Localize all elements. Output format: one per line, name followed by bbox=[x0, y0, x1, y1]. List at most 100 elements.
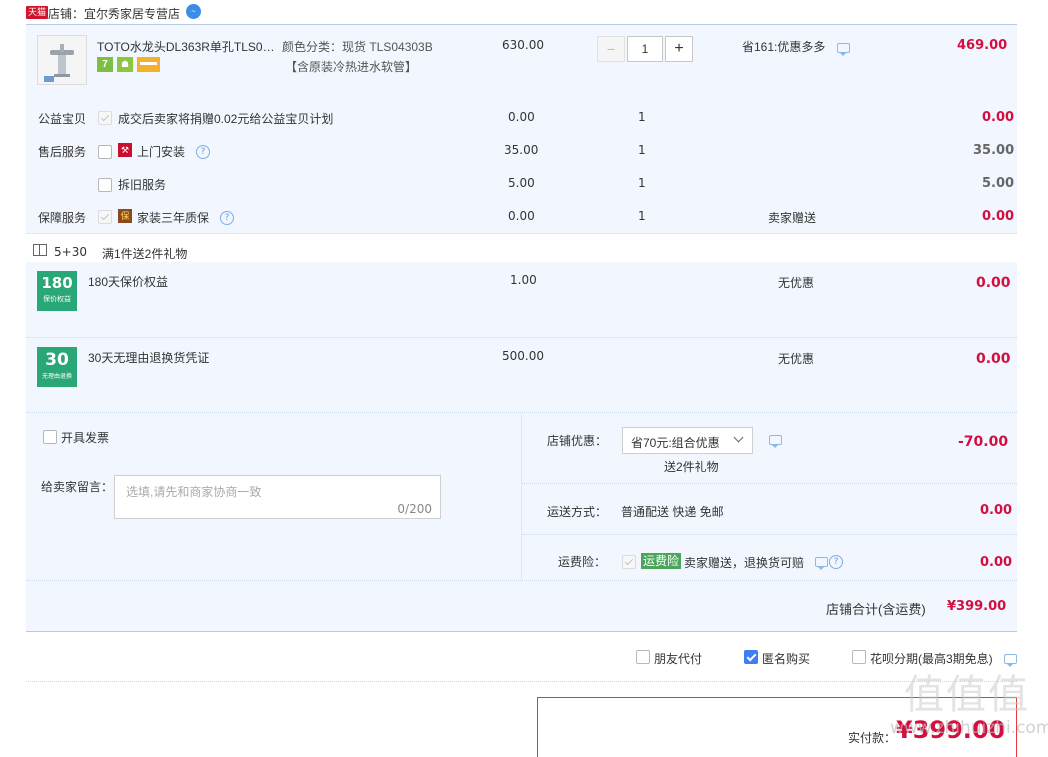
help-icon[interactable]: ? bbox=[196, 145, 210, 159]
anonymous-checkbox[interactable] bbox=[744, 650, 758, 664]
gift-count: 5+30 bbox=[54, 245, 87, 259]
shop-discount-gift-note: 送2件礼物 bbox=[664, 460, 719, 474]
message-placeholder: 选填,请先和商家协商一致 bbox=[126, 485, 262, 499]
gift-total: 0.00 bbox=[976, 275, 1011, 291]
gift-30-icon-caption: 无理由退换 bbox=[41, 374, 72, 380]
faucet-image bbox=[38, 36, 86, 84]
tmall-badge: 天猫 bbox=[26, 6, 49, 19]
shop-discount-select[interactable]: 省70元:组合优惠 bbox=[622, 427, 753, 454]
extras-divider bbox=[26, 580, 1017, 581]
service-qty: 1 bbox=[638, 143, 646, 157]
insurance-label: 运费险： bbox=[558, 555, 607, 569]
service-price: 35.00 bbox=[504, 143, 539, 157]
huabei-checkbox[interactable] bbox=[852, 650, 866, 664]
gift-header-text: 满1件送2件礼物 bbox=[102, 247, 188, 261]
wangwang-chat-icon[interactable]: ~ bbox=[186, 4, 201, 19]
service-note: 卖家赠送 bbox=[768, 211, 817, 225]
shipping-value: 普通配送 快递 免邮 bbox=[621, 505, 724, 519]
service-total: 0.00 bbox=[982, 209, 1015, 224]
shipping-label: 运送方式： bbox=[547, 505, 608, 519]
service-checkbox-charity bbox=[98, 111, 112, 125]
product-spec-note: 【含原装冷热进水软管】 bbox=[285, 60, 418, 74]
shop-discount-label: 店铺优惠： bbox=[547, 434, 608, 448]
service-group-label: 售后服务 bbox=[38, 145, 87, 159]
message-label: 给卖家留言： bbox=[41, 480, 114, 494]
service-price: 5.00 bbox=[508, 176, 535, 190]
service-group-label: 公益宝贝 bbox=[38, 112, 87, 126]
gift-note: 无优惠 bbox=[778, 352, 815, 366]
insurance-comment-icon[interactable] bbox=[815, 557, 828, 570]
service-qty: 1 bbox=[638, 110, 646, 124]
product-spec: 颜色分类：现货 TLS04303B bbox=[282, 40, 433, 54]
message-textarea[interactable]: 选填,请先和商家协商一致 0/200 bbox=[114, 475, 441, 519]
quantity-plus-button[interactable]: + bbox=[665, 36, 693, 62]
service-price: 0.00 bbox=[508, 209, 535, 223]
shop-discount-amount: -70.00 bbox=[958, 434, 1009, 450]
insurance-checkbox bbox=[622, 555, 636, 569]
invoice-checkbox[interactable] bbox=[43, 430, 57, 444]
service-checkbox-removal[interactable] bbox=[98, 178, 112, 192]
shop-total-label: 店铺合计(含运费) bbox=[826, 602, 926, 617]
discount-comment-icon[interactable] bbox=[769, 435, 782, 448]
product-image[interactable] bbox=[37, 35, 87, 85]
service-text-charity: 成交后卖家将捐赠0.02元给公益宝贝计划 bbox=[118, 112, 334, 126]
gift-180-icon: 180 保价权益 bbox=[37, 271, 77, 311]
service-text-removal: 拆旧服务 bbox=[118, 178, 167, 192]
service-qty: 1 bbox=[638, 176, 646, 190]
service-total: 5.00 bbox=[982, 176, 1015, 191]
service-text-warranty: 家装三年质保 bbox=[137, 211, 210, 225]
insurance-badge: 运费险 bbox=[641, 553, 682, 569]
gift-180-icon-caption: 保价权益 bbox=[43, 296, 71, 303]
invoice-label: 开具发票 bbox=[61, 431, 110, 445]
gift-30-icon: 30 无理由退换 bbox=[37, 347, 77, 387]
insurance-amount: 0.00 bbox=[980, 555, 1013, 570]
product-total: 469.00 bbox=[957, 38, 1008, 53]
shop-header: 天猫 店铺： 宜尔秀家居专营店 ~ bbox=[0, 0, 1048, 24]
gift-divider bbox=[26, 337, 1017, 338]
watermark-logo: 值值值 bbox=[904, 673, 1030, 717]
credit-card-icon bbox=[137, 57, 160, 72]
gift-30-icon-number: 30 bbox=[45, 350, 69, 370]
discount-detail-icon[interactable] bbox=[837, 43, 850, 56]
gift-total: 0.00 bbox=[976, 351, 1011, 367]
payment-label: 实付款： bbox=[848, 731, 897, 745]
anonymous-label[interactable]: 匿名购买 bbox=[762, 650, 810, 667]
seven-day-return-icon: 7 bbox=[97, 57, 113, 72]
product-unit-price: 630.00 bbox=[502, 38, 544, 52]
warranty-icon: 保 bbox=[118, 209, 132, 223]
service-group-label: 保障服务 bbox=[38, 211, 87, 225]
help-icon[interactable]: ? bbox=[220, 211, 234, 225]
shop-label: 店铺： bbox=[48, 7, 85, 21]
quantity-minus-button[interactable]: − bbox=[597, 36, 625, 62]
friend-pay-label[interactable]: 朋友代付 bbox=[654, 650, 702, 667]
help-icon[interactable]: ? bbox=[829, 555, 843, 569]
product-discount: 省161:优惠多多 bbox=[742, 40, 826, 54]
shipping-amount: 0.00 bbox=[980, 503, 1013, 518]
gift-price: 1.00 bbox=[510, 273, 537, 287]
service-checkbox-install[interactable] bbox=[98, 145, 112, 159]
shop-total-amount: ¥399.00 bbox=[947, 599, 1007, 614]
insurance-text: 卖家赠送，退换货可赔 bbox=[684, 556, 805, 570]
shop-name-link[interactable]: 宜尔秀家居专营店 bbox=[84, 5, 180, 22]
gift-price: 500.00 bbox=[502, 349, 544, 363]
friend-pay-checkbox[interactable] bbox=[636, 650, 650, 664]
product-title-link[interactable]: TOTO水龙头DL363R单孔TLS0… bbox=[97, 38, 275, 55]
service-total: 0.00 bbox=[982, 110, 1015, 125]
gift-note: 无优惠 bbox=[778, 276, 815, 290]
guarantee-icon: ☗ bbox=[117, 57, 133, 72]
gift-180-icon-number: 180 bbox=[41, 274, 73, 292]
gift-title: 180天保价权益 bbox=[88, 275, 169, 289]
service-text-install: 上门安装 bbox=[137, 145, 186, 159]
message-counter: 0/200 bbox=[397, 502, 432, 516]
options-divider bbox=[26, 681, 1017, 682]
service-price: 0.00 bbox=[508, 110, 535, 124]
quantity-input[interactable]: 1 bbox=[627, 36, 663, 62]
gift-title: 30天无理由退换货凭证 bbox=[88, 351, 210, 365]
service-checkbox-warranty bbox=[98, 210, 112, 224]
install-service-icon: ⚒ bbox=[118, 143, 132, 157]
shop-discount-selected: 省70元:组合优惠 bbox=[631, 436, 720, 450]
chevron-down-icon bbox=[733, 432, 744, 443]
service-qty: 1 bbox=[638, 209, 646, 223]
gift-icon bbox=[33, 244, 47, 256]
watermark-domain: www.zhihuizhi.com bbox=[890, 718, 1048, 738]
